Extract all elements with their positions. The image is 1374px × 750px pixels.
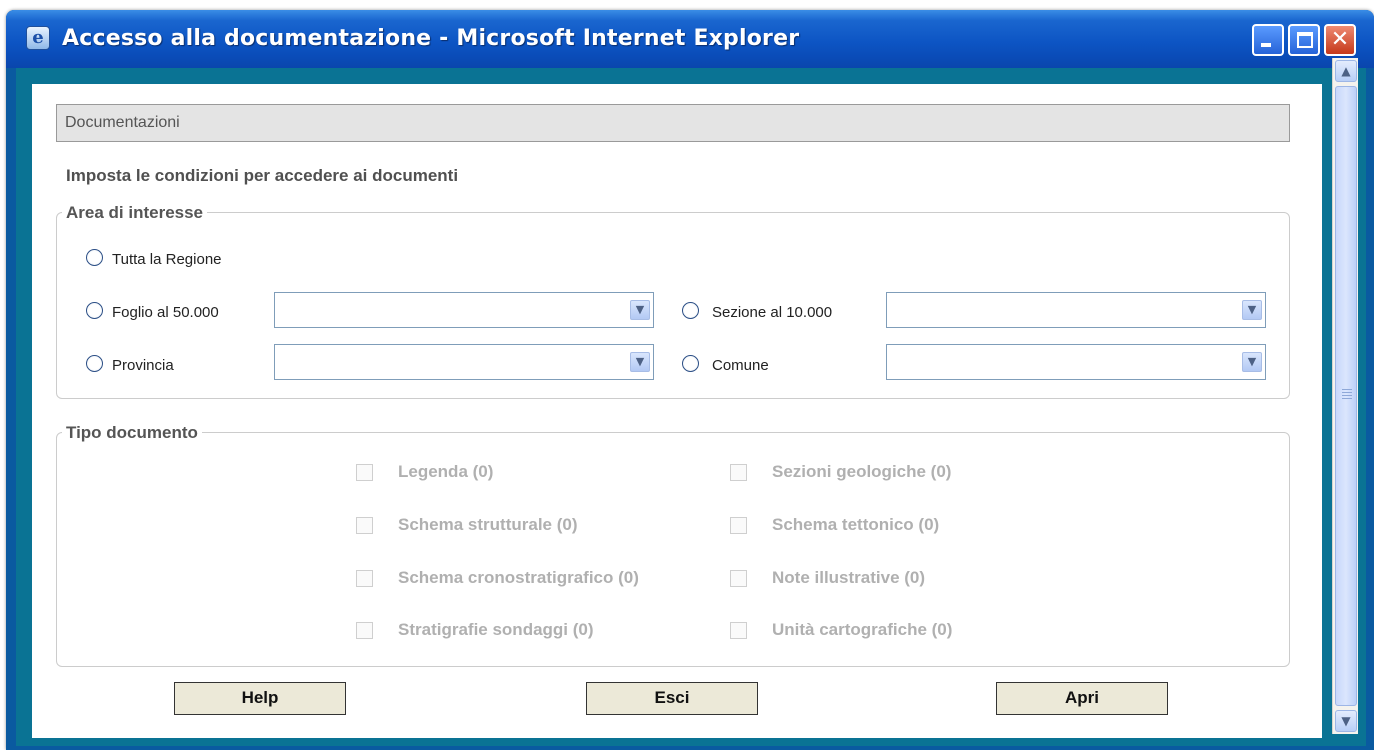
radio-sezione[interactable] [682, 302, 699, 319]
checkbox-sezioni-geologiche[interactable] [730, 464, 747, 481]
chevron-down-icon[interactable]: ▼ [1242, 352, 1262, 372]
checkbox-schema-tettonico[interactable] [730, 517, 747, 534]
minimize-icon [1261, 43, 1271, 47]
select-foglio[interactable]: ▼ [274, 292, 654, 328]
tipo-legend: Tipo documento [62, 423, 202, 443]
vertical-scrollbar[interactable]: ▲ ▼ [1332, 58, 1358, 734]
maximize-icon [1297, 32, 1313, 48]
close-button[interactable]: ✕ [1324, 24, 1356, 56]
radio-foglio[interactable] [86, 302, 103, 319]
area-legend: Area di interesse [62, 203, 208, 223]
checkbox-schema-strutturale[interactable] [356, 517, 373, 534]
radio-provincia[interactable] [86, 355, 103, 372]
label-unita-cartografiche: Unità cartografiche (0) [772, 620, 953, 639]
label-schema-strutturale: Schema strutturale (0) [398, 515, 578, 534]
title-bar[interactable]: e Accesso alla documentazione - Microsof… [6, 10, 1374, 68]
scroll-up-button[interactable]: ▲ [1335, 60, 1357, 82]
grip-icon [1342, 389, 1352, 399]
label-note-illustrative: Note illustrative (0) [772, 568, 926, 587]
intro-text: Imposta le condizioni per accedere ai do… [66, 166, 459, 185]
maximize-button[interactable] [1288, 24, 1320, 56]
label-provincia: Provincia [112, 357, 174, 374]
chevron-down-icon: ▼ [1341, 714, 1351, 728]
checkbox-legenda[interactable] [356, 464, 373, 481]
checkbox-note-illustrative[interactable] [730, 570, 747, 587]
checkbox-unita-cartografiche[interactable] [730, 622, 747, 639]
minimize-button[interactable] [1252, 24, 1284, 56]
label-schema-cronostratigrafico: Schema cronostratigrafico (0) [398, 568, 639, 587]
close-icon: ✕ [1330, 27, 1350, 52]
esci-button[interactable]: Esci [586, 682, 758, 715]
ie-page-icon: e [26, 26, 50, 50]
label-sezione: Sezione al 10.000 [712, 304, 833, 321]
scroll-thumb[interactable] [1335, 86, 1357, 706]
select-sezione[interactable]: ▼ [886, 292, 1266, 328]
apri-button[interactable]: Apri [996, 682, 1168, 715]
chevron-down-icon[interactable]: ▼ [1242, 300, 1262, 320]
panel-header: Documentazioni [56, 104, 1290, 142]
help-button[interactable]: Help [174, 682, 346, 715]
select-provincia[interactable]: ▼ [274, 344, 654, 380]
checkbox-schema-cronostratigrafico[interactable] [356, 570, 373, 587]
select-comune[interactable]: ▼ [886, 344, 1266, 380]
radio-comune[interactable] [682, 355, 699, 372]
label-tutta-regione: Tutta la Regione [112, 251, 222, 268]
radio-tutta-regione[interactable] [86, 249, 103, 266]
label-schema-tettonico: Schema tettonico (0) [772, 515, 940, 534]
chevron-up-icon: ▲ [1341, 64, 1351, 78]
label-comune: Comune [712, 357, 769, 374]
label-sezioni-geologiche: Sezioni geologiche (0) [772, 462, 952, 481]
chevron-down-icon[interactable]: ▼ [630, 352, 650, 372]
scroll-down-button[interactable]: ▼ [1335, 710, 1357, 732]
window-title: Accesso alla documentazione - Microsoft … [62, 26, 800, 51]
label-legenda: Legenda (0) [398, 462, 494, 481]
label-stratigrafie-sondaggi: Stratigrafie sondaggi (0) [398, 620, 594, 639]
tipo-fieldset [56, 432, 1290, 667]
chevron-down-icon[interactable]: ▼ [630, 300, 650, 320]
checkbox-stratigrafie-sondaggi[interactable] [356, 622, 373, 639]
label-foglio: Foglio al 50.000 [112, 304, 219, 321]
